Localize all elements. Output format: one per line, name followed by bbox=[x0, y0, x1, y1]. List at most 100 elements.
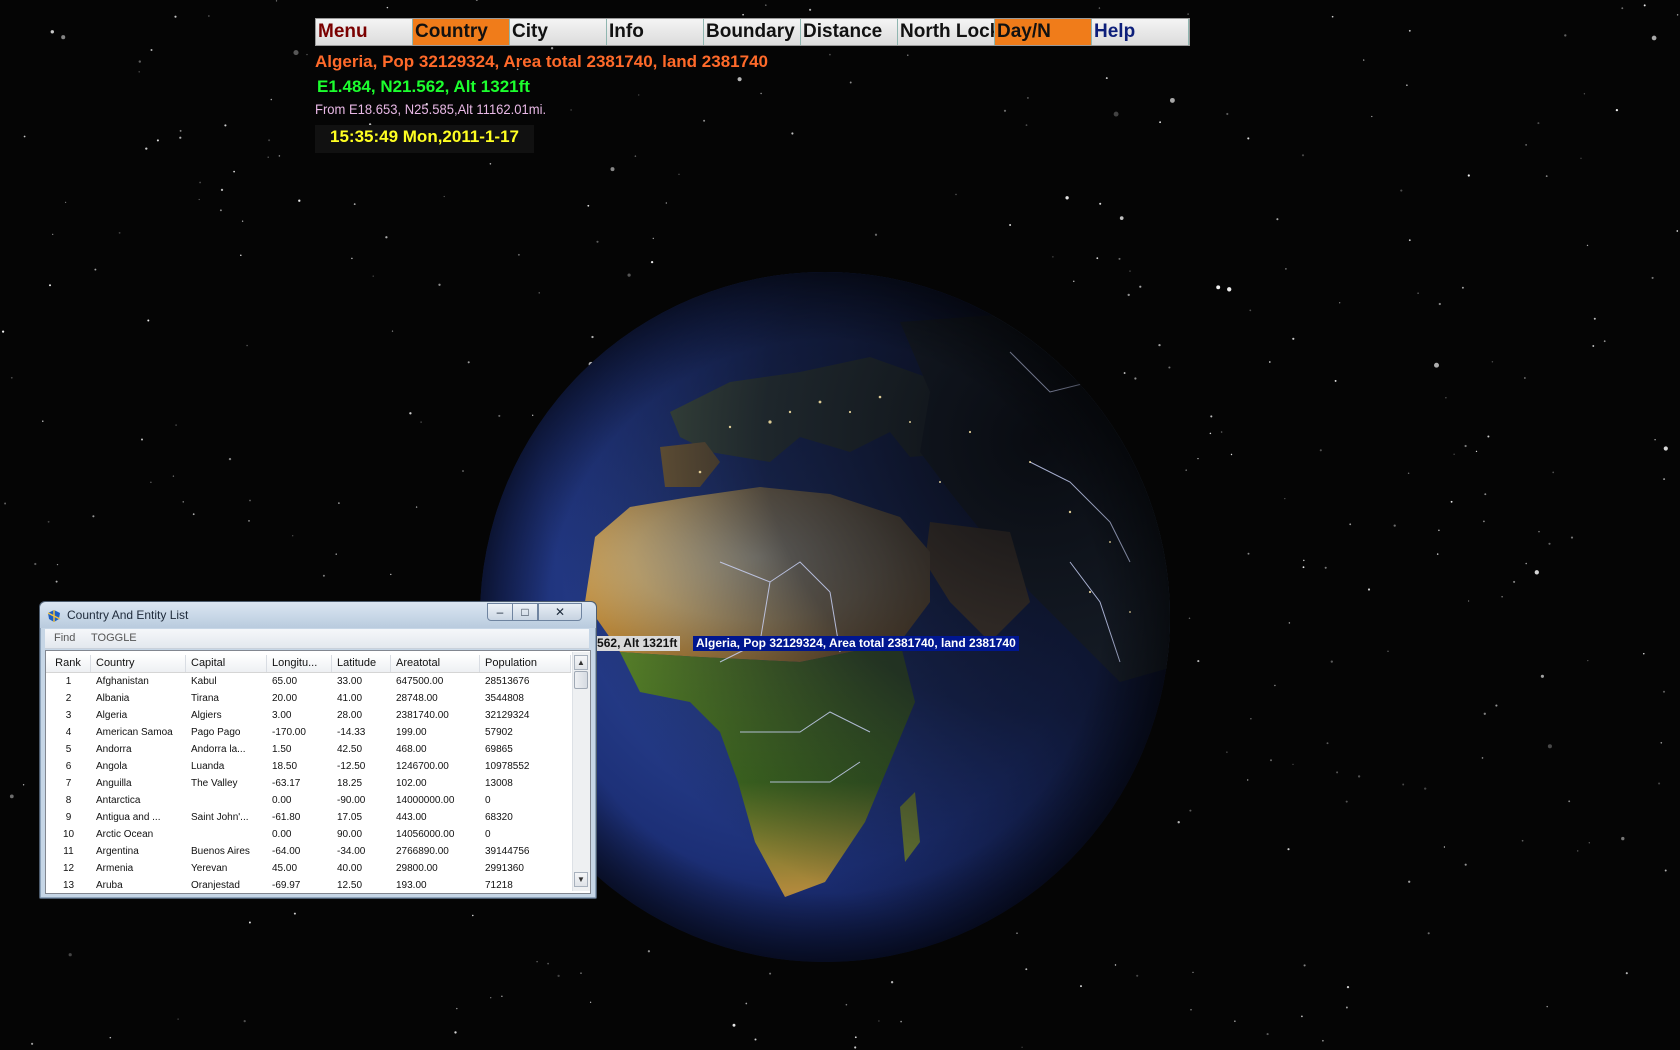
north-lock-button[interactable]: North Lock bbox=[898, 19, 995, 45]
day-night-button[interactable]: Day/N bbox=[995, 19, 1092, 45]
table-row[interactable]: 1 Afghanistan Kabul 65.00 33.00 647500.0… bbox=[46, 673, 571, 690]
star bbox=[1105, 77, 1108, 80]
table-row[interactable]: 12 Armenia Yerevan 45.00 40.00 29800.00 … bbox=[46, 860, 571, 877]
star bbox=[224, 124, 227, 127]
minimize-icon: – bbox=[496, 605, 504, 619]
star bbox=[890, 981, 894, 984]
star bbox=[1324, 566, 1327, 569]
star bbox=[501, 995, 503, 997]
menu-button[interactable]: Menu bbox=[316, 19, 413, 45]
cell-areatotal: 28748.00 bbox=[396, 693, 438, 704]
maximize-button[interactable]: □ bbox=[512, 603, 538, 621]
star bbox=[754, 1038, 757, 1041]
cell-rank: 9 bbox=[65, 812, 72, 823]
star bbox=[1185, 469, 1187, 471]
star bbox=[1524, 377, 1526, 379]
star bbox=[1663, 478, 1666, 481]
star bbox=[1495, 704, 1498, 707]
star bbox=[1249, 309, 1252, 312]
star bbox=[1247, 137, 1250, 140]
star bbox=[4, 502, 7, 505]
star bbox=[637, 94, 640, 96]
star bbox=[1676, 230, 1679, 232]
star bbox=[454, 1031, 457, 1034]
cell-population: 71218 bbox=[485, 880, 513, 891]
star bbox=[1234, 1020, 1236, 1022]
star bbox=[306, 53, 308, 56]
star bbox=[1363, 59, 1365, 61]
star bbox=[1400, 189, 1403, 192]
cell-longitude: -69.97 bbox=[272, 880, 301, 891]
cell-rank: 7 bbox=[65, 778, 72, 789]
arrow-up-icon: ▲ bbox=[577, 658, 585, 667]
table-row[interactable]: 3 Algeria Algiers 3.00 28.00 2381740.00 … bbox=[46, 707, 571, 724]
minimize-button[interactable]: – bbox=[487, 603, 513, 621]
star bbox=[1483, 520, 1485, 523]
star bbox=[1393, 524, 1396, 527]
star bbox=[220, 188, 224, 192]
star bbox=[179, 129, 182, 132]
table-row[interactable]: 4 American Samoa Pago Pago -170.00 -14.3… bbox=[46, 724, 571, 741]
star bbox=[298, 199, 301, 202]
star bbox=[1436, 553, 1439, 555]
table-row[interactable]: 8 Antarctica 0.00 -90.00 14000000.00 0 bbox=[46, 792, 571, 809]
find-menu[interactable]: Find bbox=[54, 632, 75, 644]
star bbox=[589, 1001, 592, 1003]
star bbox=[1357, 775, 1361, 778]
table-row[interactable]: 5 Andorra Andorra la... 1.50 42.50 468.0… bbox=[46, 741, 571, 758]
close-button[interactable]: ✕ bbox=[538, 603, 582, 621]
vertical-scrollbar[interactable]: ▲ ▼ bbox=[572, 652, 590, 891]
country-list-window: Country And Entity List – □ ✕ Find TOGGL… bbox=[39, 601, 597, 899]
star bbox=[1209, 432, 1212, 435]
star bbox=[1216, 285, 1221, 290]
column-header-longitude[interactable]: Longitu... bbox=[267, 655, 332, 672]
scroll-down-button[interactable]: ▼ bbox=[574, 872, 588, 887]
column-header-areatotal[interactable]: Areatotal bbox=[391, 655, 480, 672]
window-title-bar[interactable]: Country And Entity List – □ ✕ bbox=[40, 602, 596, 628]
star bbox=[1026, 96, 1029, 99]
city-button[interactable]: City bbox=[510, 19, 607, 45]
star bbox=[1197, 457, 1199, 460]
cell-areatotal: 199.00 bbox=[396, 727, 427, 738]
cell-capital: Buenos Aires bbox=[191, 846, 250, 857]
boundary-button[interactable]: Boundary bbox=[704, 19, 801, 45]
cell-longitude: 65.00 bbox=[272, 676, 298, 687]
star bbox=[1334, 379, 1337, 382]
info-button[interactable]: Info bbox=[607, 19, 704, 45]
country-button[interactable]: Country bbox=[413, 19, 510, 45]
table-row[interactable]: 7 Anguilla The Valley -63.17 18.25 102.0… bbox=[46, 775, 571, 792]
table-row[interactable]: 6 Angola Luanda 18.50 -12.50 1246700.00 … bbox=[46, 758, 571, 775]
table-row[interactable]: 10 Arctic Ocean 0.00 90.00 14056000.00 0 bbox=[46, 826, 571, 843]
star bbox=[1438, 302, 1441, 306]
column-header-rank[interactable]: Rank bbox=[46, 655, 91, 672]
star bbox=[415, 506, 418, 508]
help-button[interactable]: Help bbox=[1092, 19, 1189, 45]
cell-latitude: -90.00 bbox=[337, 795, 366, 806]
table-row[interactable]: 13 Aruba Oranjestad -69.97 12.50 193.00 … bbox=[46, 877, 571, 893]
scroll-thumb[interactable] bbox=[574, 671, 588, 689]
column-header-country[interactable]: Country bbox=[91, 655, 186, 672]
star bbox=[241, 220, 244, 222]
column-header-population[interactable]: Population bbox=[480, 655, 571, 672]
star bbox=[1408, 880, 1411, 883]
cell-rank: 12 bbox=[62, 863, 75, 874]
star bbox=[1408, 239, 1411, 242]
table-row[interactable]: 9 Antigua and ... Saint John'... -61.80 … bbox=[46, 809, 571, 826]
star bbox=[587, 204, 590, 207]
scroll-up-button[interactable]: ▲ bbox=[574, 655, 588, 670]
window-menu-bar: Find TOGGLE bbox=[45, 629, 589, 649]
toggle-menu[interactable]: TOGGLE bbox=[91, 632, 137, 644]
column-header-capital[interactable]: Capital bbox=[186, 655, 267, 672]
table-row[interactable]: 11 Argentina Buenos Aires -64.00 -34.00 … bbox=[46, 843, 571, 860]
star bbox=[550, 47, 554, 50]
cell-country: Anguilla bbox=[96, 778, 132, 789]
star bbox=[1210, 415, 1213, 418]
star bbox=[10, 376, 13, 379]
distance-button[interactable]: Distance bbox=[801, 19, 898, 45]
cell-longitude: 18.50 bbox=[272, 761, 298, 772]
table-row[interactable]: 2 Albania Tirana 20.00 41.00 28748.00 35… bbox=[46, 690, 571, 707]
cell-areatotal: 102.00 bbox=[396, 778, 427, 789]
column-header-latitude[interactable]: Latitude bbox=[332, 655, 391, 672]
star bbox=[1513, 580, 1516, 583]
star bbox=[292, 535, 294, 537]
